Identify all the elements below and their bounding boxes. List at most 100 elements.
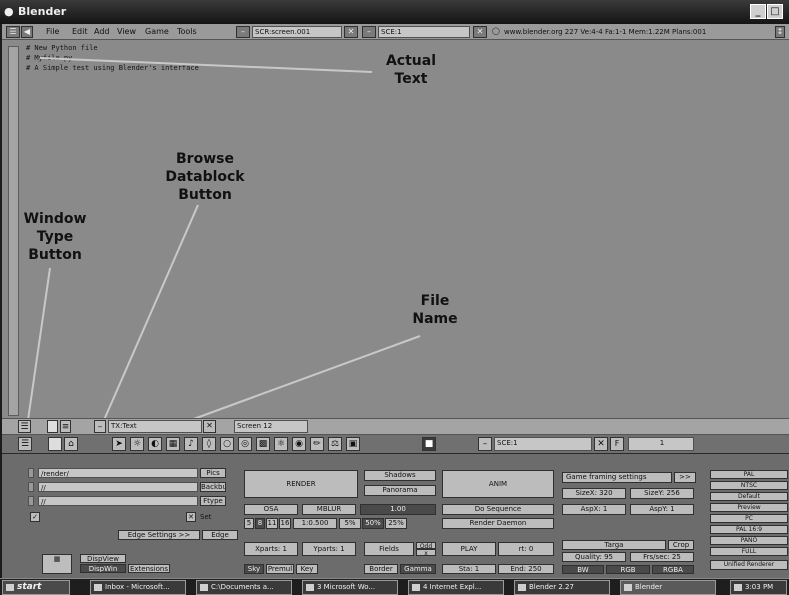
- taskbar-item-blender[interactable]: Blender: [620, 580, 716, 595]
- quality-field[interactable]: Quality: 95: [562, 552, 626, 562]
- taskbar-item-explorer[interactable]: 4 Internet Expl...: [408, 580, 504, 595]
- minimize-icon[interactable]: _: [750, 4, 766, 19]
- fields-button[interactable]: Fields: [364, 542, 414, 556]
- constraint-icon[interactable]: ⚖: [328, 437, 342, 451]
- scene-browse-button[interactable]: –: [478, 437, 492, 451]
- sta-field[interactable]: Sta: 1: [442, 564, 496, 574]
- current-frame-field[interactable]: 1: [628, 437, 694, 451]
- preset-preview[interactable]: Preview: [710, 503, 788, 512]
- screen-browse-icon[interactable]: –: [236, 26, 250, 38]
- unified-renderer-button[interactable]: Unified Renderer: [710, 560, 788, 570]
- preset-pc[interactable]: PC: [710, 514, 788, 523]
- realtime-icon[interactable]: ◊: [202, 437, 216, 451]
- pics-button[interactable]: Pics: [200, 468, 226, 478]
- crop-button[interactable]: Crop: [668, 540, 694, 550]
- edge-button[interactable]: Edge: [202, 530, 238, 540]
- preset-default[interactable]: Default: [710, 492, 788, 501]
- osa-8-button[interactable]: 8: [255, 518, 265, 529]
- extensions-button[interactable]: Extensions: [128, 564, 170, 573]
- odd-button[interactable]: Odd: [416, 542, 436, 549]
- rgba-button[interactable]: RGBA: [652, 565, 694, 574]
- dispview-button[interactable]: DispView: [80, 554, 126, 563]
- key-button[interactable]: Key: [296, 564, 318, 574]
- world-icon[interactable]: ◎: [238, 437, 252, 451]
- edge-settings-button[interactable]: Edge Settings >>: [118, 530, 200, 540]
- preset-full[interactable]: FULL: [710, 547, 788, 556]
- size-5-button[interactable]: 5%: [339, 518, 361, 529]
- delete-scene-icon[interactable]: ✕: [473, 26, 487, 38]
- view-icon[interactable]: ➤: [112, 437, 126, 451]
- delete-screen-icon[interactable]: ✕: [344, 26, 358, 38]
- scroll-arrow-icon[interactable]: ↕: [775, 26, 785, 38]
- play-button[interactable]: PLAY: [442, 542, 496, 556]
- display-icon[interactable]: ◉: [292, 437, 306, 451]
- preset-ntsc[interactable]: NTSC: [710, 481, 788, 490]
- path-toggle-3[interactable]: [28, 496, 34, 506]
- material-icon[interactable]: ◐: [148, 437, 162, 451]
- ftype-path-field[interactable]: //: [38, 496, 198, 506]
- preset-pal[interactable]: PAL: [710, 470, 788, 479]
- ftype-button[interactable]: Ftype: [200, 496, 226, 506]
- taskbar-item-documents[interactable]: C:\Documents a...: [196, 580, 292, 595]
- mblur-button[interactable]: MBLUR: [302, 504, 356, 515]
- preset-pal-16-9[interactable]: PAL 16:9: [710, 525, 788, 534]
- lamp-icon[interactable]: ☼: [130, 437, 144, 451]
- backbuf-path-field[interactable]: //: [38, 482, 198, 492]
- checkbox-icon[interactable]: ✓: [30, 512, 40, 522]
- window-type-button-2[interactable]: ☰: [18, 437, 32, 451]
- edit-icon[interactable]: ✏: [310, 437, 324, 451]
- unlink-text-icon[interactable]: ✕: [203, 420, 216, 433]
- filter-field[interactable]: 1.00: [360, 504, 436, 515]
- screen-name-field[interactable]: SCR:screen.001: [252, 26, 342, 38]
- rt-field[interactable]: rt: 0: [498, 542, 554, 556]
- scene-field[interactable]: SCE:1: [494, 437, 592, 451]
- rgb-button[interactable]: RGB: [606, 565, 650, 574]
- shadows-button[interactable]: Shadows: [364, 470, 436, 481]
- maximize-icon[interactable]: □: [767, 4, 783, 19]
- sky-button[interactable]: Sky: [244, 564, 264, 574]
- home-icon[interactable]: ⌂: [64, 437, 78, 451]
- path-toggle-2[interactable]: [28, 482, 34, 492]
- game-framing-more-button[interactable]: >>: [674, 472, 696, 483]
- screen-field[interactable]: Screen 12: [234, 420, 308, 433]
- end-field[interactable]: End: 250: [498, 564, 554, 574]
- aspy-field[interactable]: AspY: 1: [630, 504, 694, 515]
- preset-pano[interactable]: PANO: [710, 536, 788, 545]
- menu-view[interactable]: View: [117, 27, 136, 36]
- xparts-field[interactable]: Xparts: 1: [244, 542, 298, 556]
- menu-tools[interactable]: Tools: [177, 27, 197, 36]
- start-button[interactable]: start: [2, 580, 70, 595]
- render-daemon-button[interactable]: Render Daemon: [442, 518, 554, 529]
- fake-user-button[interactable]: F: [610, 437, 624, 451]
- panorama-button[interactable]: Panorama: [364, 485, 436, 496]
- pics-path-field[interactable]: /render/: [38, 468, 198, 478]
- scene-browse-icon[interactable]: –: [362, 26, 376, 38]
- do-sequence-button[interactable]: Do Sequence: [442, 504, 554, 515]
- osa-16-button[interactable]: 16: [279, 518, 291, 529]
- sound-icon[interactable]: ○: [220, 437, 234, 451]
- fullscreen-icon-2[interactable]: [48, 437, 62, 451]
- text-file-name-field[interactable]: TX:Text: [108, 420, 202, 433]
- collapse-menu-icon[interactable]: ◀: [21, 26, 33, 38]
- osa-5-button[interactable]: 5: [244, 518, 254, 529]
- menu-game[interactable]: Game: [145, 27, 169, 36]
- browse-datablock-button[interactable]: –: [94, 420, 106, 433]
- render-buttons-icon[interactable]: ■: [422, 437, 436, 451]
- scene-name-field[interactable]: SCE:1: [378, 26, 470, 38]
- osa-11-button[interactable]: 11: [266, 518, 278, 529]
- taskbar-item-inbox[interactable]: Inbox - Microsoft...: [90, 580, 186, 595]
- delete-scene-button[interactable]: ✕: [594, 437, 608, 451]
- size-50-button[interactable]: 50%: [362, 518, 384, 529]
- gamma-button[interactable]: Gamma: [400, 564, 436, 574]
- image-format-select[interactable]: Targa: [562, 540, 666, 550]
- anim-button[interactable]: ANIM: [442, 470, 554, 498]
- set-x-icon[interactable]: ✕: [186, 512, 196, 522]
- frs-field[interactable]: Frs/sec: 25: [630, 552, 694, 562]
- window-type-icon[interactable]: ☰: [6, 26, 20, 38]
- x-button[interactable]: x: [416, 549, 436, 556]
- render-button[interactable]: RENDER: [244, 470, 358, 498]
- size-25-button[interactable]: 25%: [385, 518, 407, 529]
- paint-icon[interactable]: ▣: [346, 437, 360, 451]
- line-numbers-icon[interactable]: ≡: [60, 420, 71, 433]
- animation-icon[interactable]: ♪: [184, 437, 198, 451]
